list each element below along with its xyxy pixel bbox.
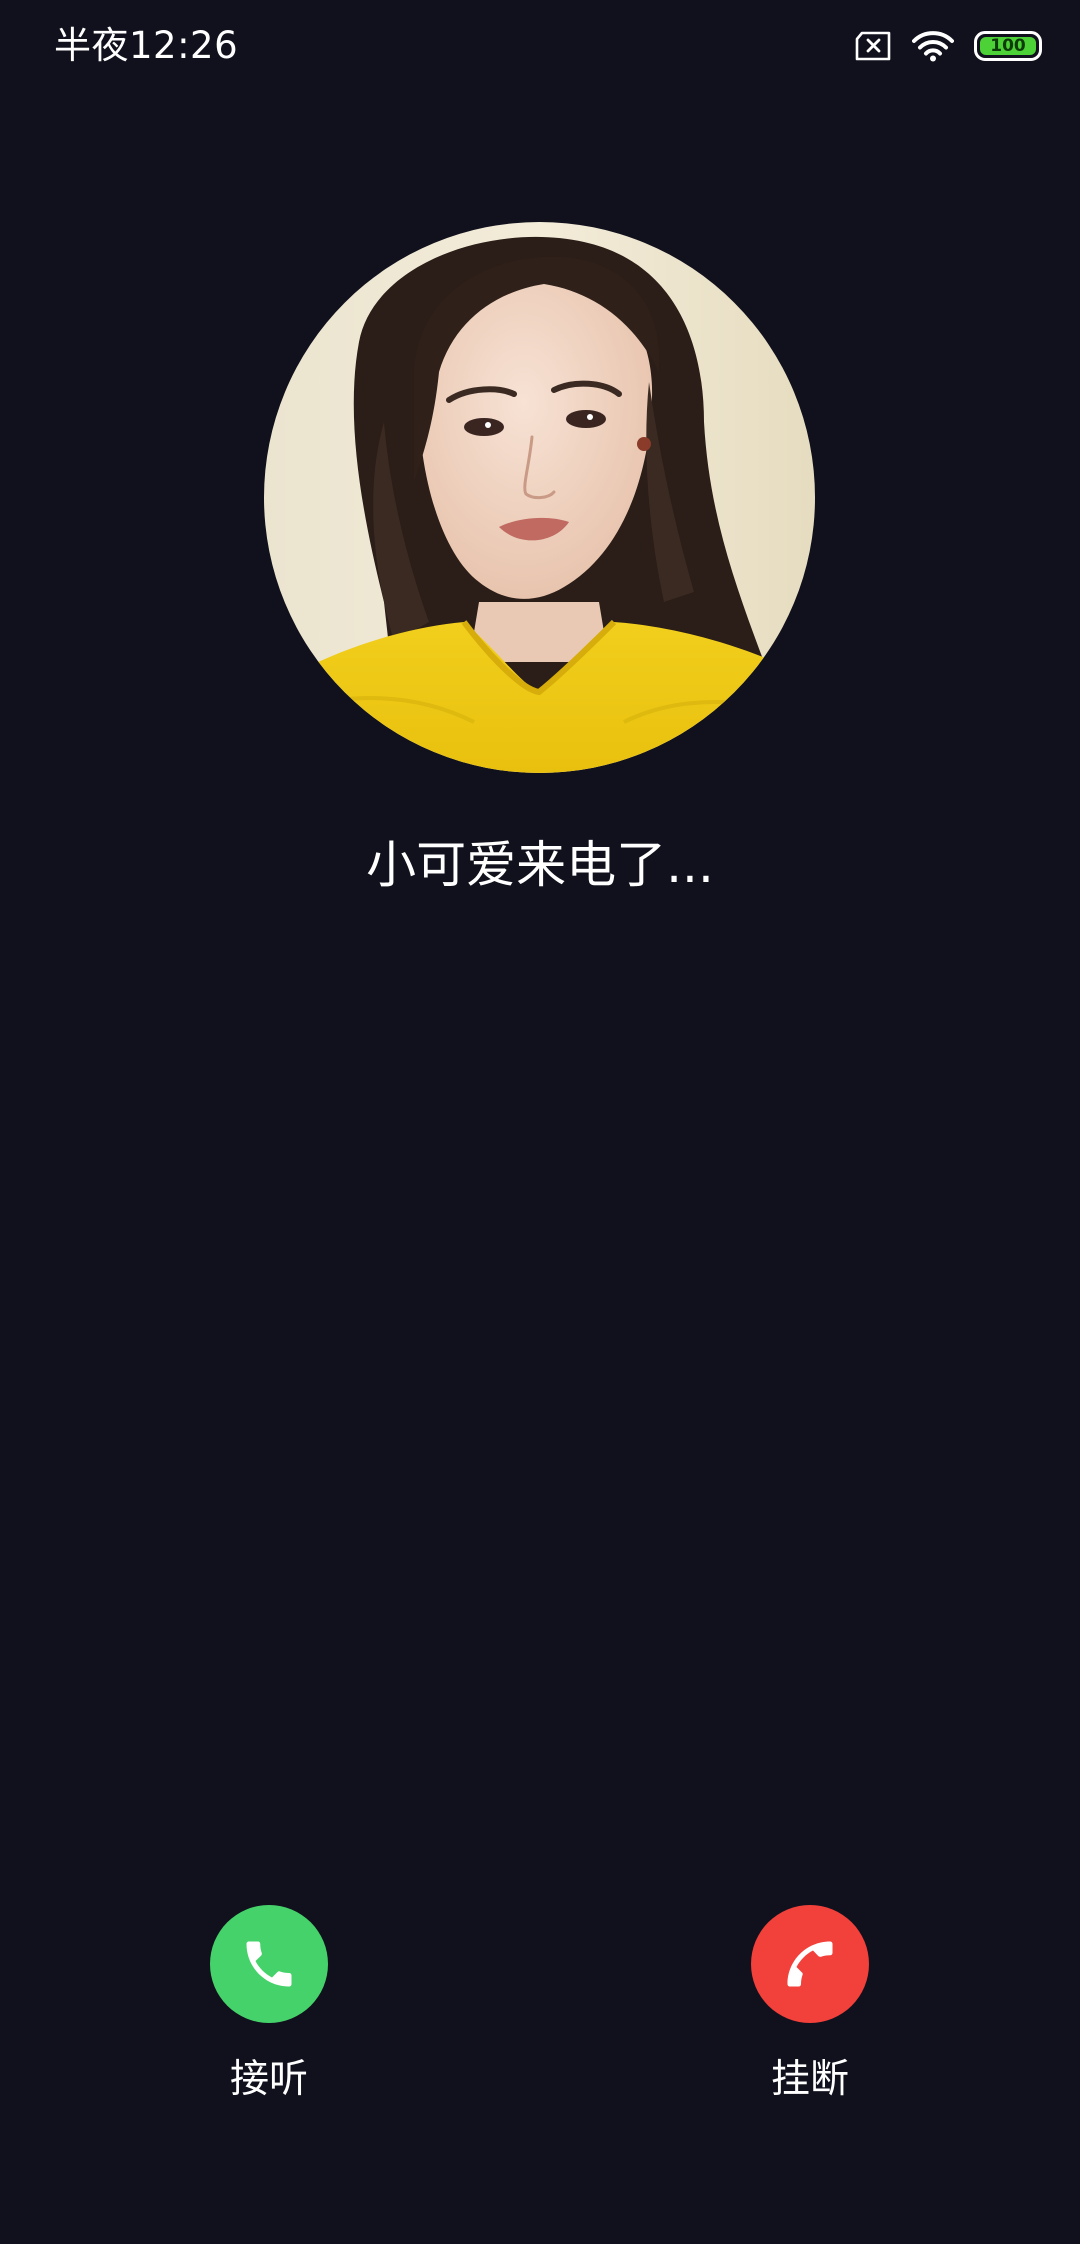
incoming-call-text: 小可爱来电了... [366,836,714,894]
battery-fill: 100 [980,37,1036,55]
hangup-label[interactable]: 挂断 [771,2053,849,2107]
status-time: 半夜12:26 [54,24,239,67]
caller-avatar-photo [264,222,815,773]
hangup-action: 挂断 [690,1905,930,2107]
phone-hangup-icon [787,1941,833,1987]
answer-button[interactable] [210,1905,328,2023]
wifi-icon [912,30,954,62]
status-icons: 100 [854,26,1042,66]
answer-action: 接听 [149,1905,389,2107]
caller-avatar [264,222,815,773]
battery-icon: 100 [974,31,1042,61]
answer-label[interactable]: 接听 [230,2053,308,2107]
hangup-button[interactable] [751,1905,869,2023]
phone-answer-icon [246,1941,292,1987]
battery-level: 100 [990,36,1026,56]
no-sim-icon [854,31,892,61]
status-bar: 半夜12:26 100 [0,0,1080,96]
